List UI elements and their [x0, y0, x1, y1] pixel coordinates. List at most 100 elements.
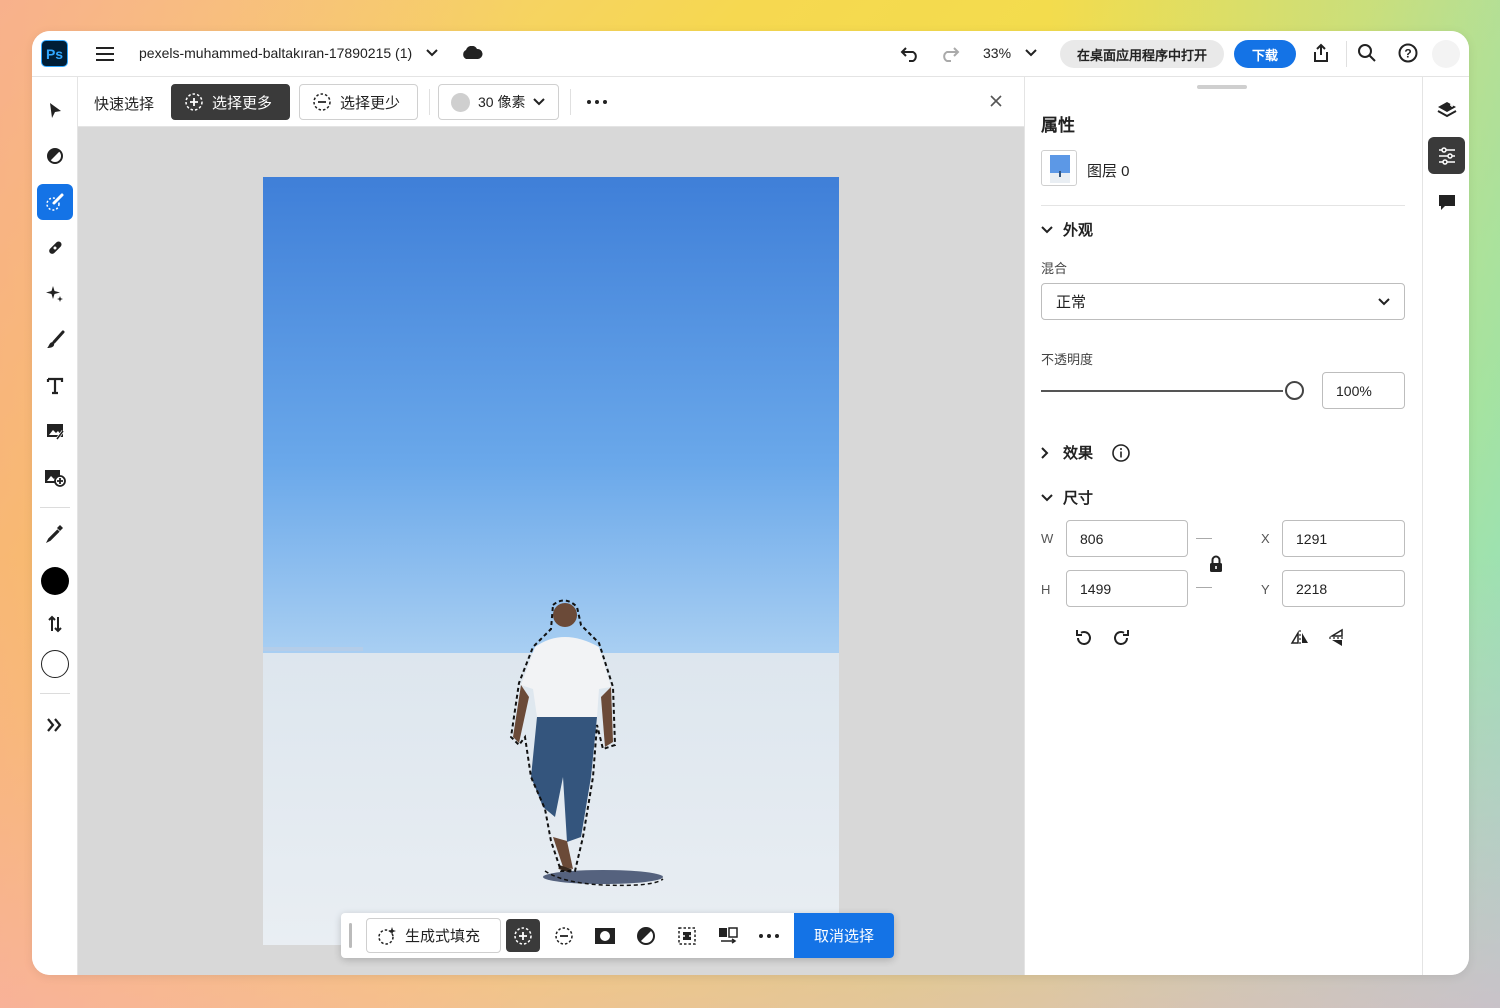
x-position-input[interactable]: 1291: [1282, 520, 1405, 557]
adjust-icon[interactable]: [629, 919, 663, 952]
select-more-button[interactable]: 选择更多: [171, 84, 290, 120]
toolbar-divider: [1346, 41, 1347, 67]
generative-fill-button[interactable]: 生成式填充: [366, 918, 501, 953]
width-input[interactable]: 806: [1066, 520, 1188, 557]
panel-grabber[interactable]: [1197, 85, 1247, 89]
opacity-label: 不透明度: [1041, 352, 1094, 367]
invert-selection-icon[interactable]: [670, 919, 704, 952]
flip-vertical-icon[interactable]: [1325, 626, 1349, 650]
comments-panel-icon[interactable]: [1428, 183, 1465, 220]
blend-mode-select[interactable]: 正常: [1041, 283, 1405, 320]
opacity-slider-track[interactable]: [1041, 390, 1283, 392]
rotate-right-icon[interactable]: [1109, 626, 1133, 650]
tool-name-label: 快速选择: [94, 96, 155, 113]
x-axis-label: X: [1261, 531, 1270, 546]
heal-tool-icon[interactable]: [37, 230, 73, 266]
share-icon[interactable]: [1309, 41, 1333, 65]
rotate-left-icon[interactable]: [1072, 626, 1096, 650]
add-selection-icon[interactable]: [506, 919, 540, 952]
place-image-icon[interactable]: [37, 413, 73, 449]
layers-panel-icon[interactable]: [1428, 91, 1465, 128]
add-selection-icon: [185, 93, 203, 111]
deselect-button[interactable]: 取消选择: [794, 913, 894, 958]
left-toolbar: [32, 77, 78, 975]
zoom-chevron-icon[interactable]: [1022, 44, 1040, 62]
cloud-icon[interactable]: [460, 43, 484, 63]
quick-select-tool-icon[interactable]: [37, 184, 73, 220]
effects-header-label: 效果: [1063, 445, 1094, 462]
redo-icon[interactable]: [938, 42, 962, 66]
close-icon[interactable]: [986, 91, 1006, 111]
properties-panel-icon[interactable]: [1428, 137, 1465, 174]
more-actions-icon[interactable]: [752, 919, 786, 952]
generative-tool-icon[interactable]: [37, 276, 73, 312]
toolbar-separator: [40, 693, 70, 694]
panel-title: 属性: [1041, 116, 1075, 135]
canvas-area[interactable]: 生成式填充 取消选择: [78, 127, 1024, 975]
flip-horizontal-icon[interactable]: [1288, 626, 1312, 650]
generative-fill-icon: [378, 926, 396, 945]
effects-section-header[interactable]: 效果: [1041, 442, 1131, 463]
select-less-label: 选择更少: [340, 94, 401, 112]
transform-selection-icon[interactable]: [711, 919, 745, 952]
select-tool-icon[interactable]: [37, 93, 73, 129]
chevron-down-icon[interactable]: [424, 43, 440, 63]
brush-tool-icon[interactable]: [37, 322, 73, 358]
brush-size-dropdown[interactable]: 30 像素: [438, 84, 559, 120]
properties-panel: 属性 图层 0 外观 混合 正常 不透明度 100% 效果 尺寸 W 806 H…: [1024, 77, 1423, 975]
chevron-right-icon: [1041, 446, 1049, 459]
brush-size-label: 30 像素: [478, 94, 526, 110]
appearance-header-label: 外观: [1063, 222, 1094, 239]
avatar[interactable]: [1432, 40, 1460, 68]
chevron-down-icon: [1378, 297, 1390, 305]
tool-options-bar: 快速选择 选择更多 选择更少 30 像素: [78, 77, 1024, 127]
download-button[interactable]: 下载: [1234, 40, 1296, 68]
more-tools-icon[interactable]: [37, 707, 73, 743]
canvas-image[interactable]: [263, 177, 839, 945]
menu-icon[interactable]: [94, 43, 116, 65]
link-line: [1196, 587, 1212, 588]
eyedropper-icon[interactable]: [37, 515, 73, 551]
contextual-task-bar: 生成式填充 取消选择: [341, 913, 894, 958]
subtract-selection-icon[interactable]: [547, 919, 581, 952]
svg-text:?: ?: [1404, 47, 1411, 61]
drag-handle[interactable]: [349, 923, 352, 948]
chevron-down-icon: [1041, 225, 1053, 233]
adjust-tool-icon[interactable]: [37, 138, 73, 174]
blend-label: 混合: [1041, 261, 1068, 276]
lock-aspect-icon[interactable]: [1206, 553, 1226, 575]
open-in-desktop-button[interactable]: 在桌面应用程序中打开: [1060, 40, 1224, 68]
swap-colors-icon[interactable]: [37, 606, 73, 642]
width-axis-label: W: [1041, 531, 1054, 546]
options-divider: [570, 89, 571, 115]
generative-fill-label: 生成式填充: [405, 928, 481, 945]
chevron-down-icon: [533, 98, 546, 106]
opacity-input[interactable]: 100%: [1322, 372, 1405, 409]
y-position-input[interactable]: 2218: [1282, 570, 1405, 607]
background-color-swatch[interactable]: [37, 646, 73, 682]
help-icon[interactable]: ?: [1396, 41, 1420, 65]
select-less-button[interactable]: 选择更少: [299, 84, 418, 120]
app-logo[interactable]: Ps: [41, 40, 68, 67]
height-input[interactable]: 1499: [1066, 570, 1188, 607]
zoom-level[interactable]: 33%: [983, 45, 1011, 61]
options-divider: [429, 89, 430, 115]
document-title[interactable]: pexels-muhammed-baltakıran-17890215 (1): [139, 45, 412, 61]
panel-divider: [1041, 205, 1405, 206]
size-section-header[interactable]: 尺寸: [1041, 487, 1093, 508]
opacity-slider-thumb[interactable]: [1285, 381, 1304, 400]
foreground-color-swatch[interactable]: [37, 563, 73, 599]
more-options-icon[interactable]: [585, 90, 609, 114]
appearance-section-header[interactable]: 外观: [1041, 219, 1093, 240]
select-more-label: 选择更多: [212, 94, 273, 112]
y-axis-label: Y: [1261, 582, 1270, 597]
undo-icon[interactable]: [898, 42, 922, 66]
search-icon[interactable]: [1355, 41, 1379, 65]
text-tool-icon[interactable]: [37, 368, 73, 404]
layer-thumbnail[interactable]: [1041, 150, 1077, 186]
link-line: [1196, 538, 1212, 539]
mask-icon[interactable]: [588, 919, 622, 952]
height-axis-label: H: [1041, 582, 1051, 597]
add-image-icon[interactable]: [37, 459, 73, 495]
info-icon[interactable]: [1111, 443, 1131, 463]
